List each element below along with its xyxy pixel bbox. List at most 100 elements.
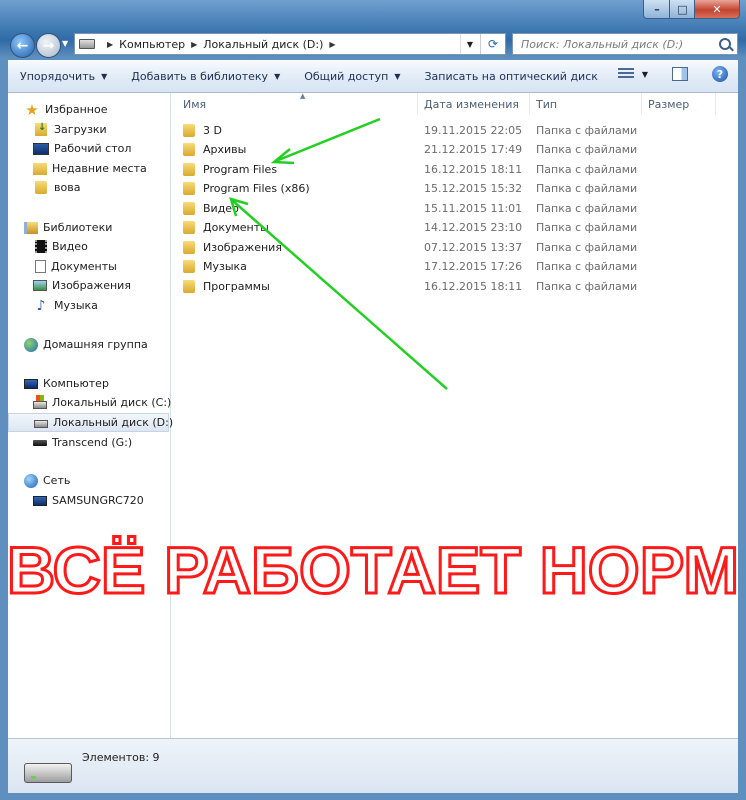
arrow-right-icon: → xyxy=(42,37,55,54)
libraries-icon xyxy=(24,221,38,234)
nav-network[interactable]: Сеть xyxy=(24,471,70,490)
nav-label: Локальный диск (D:) xyxy=(53,416,174,429)
search-placeholder: Поиск: Локальный диск (D:) xyxy=(521,37,684,51)
file-date: 15.11.2015 11:01 xyxy=(424,202,523,215)
nav-homegroup[interactable]: Домашняя группа xyxy=(24,335,148,354)
file-row[interactable]: Изображения 07.12.2015 13:37 Папка с файла… xyxy=(171,238,738,257)
file-name: Изображения xyxy=(203,241,282,254)
file-row[interactable]: Program Files 16.12.2015 18:11 Папка с фай… xyxy=(171,160,738,179)
column-header-size[interactable]: Размер xyxy=(642,93,716,115)
file-row[interactable]: Документы 14.12.2015 23:10 Папка с файлами xyxy=(171,218,738,237)
nav-images[interactable]: Изображения xyxy=(33,276,131,295)
maximize-button[interactable]: □ xyxy=(669,0,696,19)
nav-label: SAMSUNGRC720 xyxy=(52,494,144,507)
preview-pane-icon[interactable] xyxy=(672,67,688,81)
refresh-button[interactable]: ⟳ xyxy=(480,34,505,54)
network-computer-icon xyxy=(33,495,47,506)
minimize-button[interactable]: – xyxy=(643,0,671,19)
chevron-right-icon[interactable]: ▶ xyxy=(329,40,335,49)
close-button[interactable]: ✕ xyxy=(694,0,740,19)
recent-places-icon xyxy=(33,162,47,175)
nav-drive-c[interactable]: Локальный диск (C:) xyxy=(33,393,171,412)
nav-recent-places[interactable]: Недавние места xyxy=(33,159,147,178)
column-header-date[interactable]: Дата изменения xyxy=(418,93,530,115)
breadcrumb-drive-d[interactable]: Локальный диск (D:) xyxy=(203,38,323,51)
file-type: Папка с файлами xyxy=(536,221,638,234)
back-button[interactable]: ← xyxy=(10,33,35,58)
file-type: Папка с файлами xyxy=(536,124,638,137)
file-type: Папка с файлами xyxy=(536,163,638,176)
recent-pages-dropdown[interactable]: ▼ xyxy=(62,39,68,48)
chevron-right-icon[interactable]: ▶ xyxy=(191,40,197,49)
share-button[interactable]: Общий доступ ▼ xyxy=(292,64,412,88)
item-count: Элементов: 9 xyxy=(82,751,160,764)
address-history-dropdown[interactable]: ▼ xyxy=(460,34,479,54)
file-row[interactable]: 3 D 19.11.2015 22:05 Папка с файлами xyxy=(171,121,738,140)
nav-label: Локальный диск (C:) xyxy=(52,396,172,409)
chevron-right-icon[interactable]: ▶ xyxy=(107,40,113,49)
nav-video[interactable]: Видео xyxy=(33,237,88,256)
column-header-type[interactable]: Тип xyxy=(530,93,642,115)
column-header-name[interactable]: Имя ▲ xyxy=(177,92,418,115)
nav-libraries[interactable]: Библиотеки xyxy=(24,218,112,237)
file-name: Программы xyxy=(203,280,270,293)
folder-icon xyxy=(183,143,195,156)
nav-favorites[interactable]: ★ Избранное xyxy=(24,100,107,119)
file-row[interactable]: Видео 15.11.2015 11:01 Папка с файлами xyxy=(171,199,738,218)
organize-label: Упорядочить xyxy=(20,69,96,83)
file-name: 3 D xyxy=(203,124,222,137)
nav-downloads[interactable]: Загрузки xyxy=(33,120,107,139)
chevron-down-icon: ▼ xyxy=(274,71,281,81)
file-row[interactable]: Программы 16.12.2015 18:11 Папка с файлами xyxy=(171,277,738,296)
address-bar[interactable]: ▶ Компьютер ▶ Локальный диск (D:) ▶ ▼ ⟳ xyxy=(74,33,506,55)
burn-button[interactable]: Записать на оптический диск xyxy=(412,64,609,88)
downloads-folder-icon xyxy=(35,122,47,136)
folder-icon xyxy=(183,124,195,137)
add-to-library-button[interactable]: Добавить в библиотеку ▼ xyxy=(119,64,292,88)
search-icon[interactable] xyxy=(719,38,731,50)
nav-computer[interactable]: Компьютер xyxy=(24,374,109,393)
file-date: 19.11.2015 22:05 xyxy=(424,124,523,137)
drive-icon xyxy=(79,39,95,49)
nav-vova[interactable]: вова xyxy=(33,178,80,197)
nav-drive-g[interactable]: Transcend (G:) xyxy=(33,433,132,452)
nav-label: Избранное xyxy=(45,103,108,116)
file-type: Папка с файлами xyxy=(536,260,638,273)
folder-icon xyxy=(183,260,195,273)
nav-documents[interactable]: Документы xyxy=(33,257,117,276)
toolbar-right: ▼ ? xyxy=(617,66,728,82)
file-type: Папка с файлами xyxy=(536,202,638,215)
chevron-down-icon[interactable]: ▼ xyxy=(642,70,648,79)
search-input[interactable]: Поиск: Локальный диск (D:) xyxy=(512,33,738,55)
file-row[interactable]: Музыка 17.12.2015 17:26 Папка с файлами xyxy=(171,257,738,276)
file-type: Папка с файлами xyxy=(536,241,638,254)
file-name: Program Files xyxy=(203,163,278,176)
file-list[interactable]: Имя ▲ Дата изменения Тип Размер 3 D 19.11.… xyxy=(171,92,738,738)
file-name: Документы xyxy=(203,221,269,234)
arrow-left-icon: ← xyxy=(16,37,29,54)
help-icon[interactable]: ? xyxy=(712,66,728,82)
file-date: 07.12.2015 13:37 xyxy=(424,241,523,254)
forward-button[interactable]: → xyxy=(36,33,61,58)
nav-music[interactable]: ♪ Музыка xyxy=(33,296,98,315)
nav-label: Недавние места xyxy=(52,162,147,175)
file-name: Program Files (x86) xyxy=(203,182,310,195)
file-row[interactable]: Program Files (x86) 15.12.2015 15:32 Папка… xyxy=(171,179,738,198)
nav-drive-d[interactable]: Локальный диск (D:) xyxy=(8,413,173,432)
breadcrumb-computer[interactable]: Компьютер xyxy=(119,38,185,51)
file-name: Видео xyxy=(203,202,239,215)
nav-label: Загрузки xyxy=(54,123,107,136)
navigation-pane[interactable]: ★ Избранное Загрузки Рабочий стол Недавни… xyxy=(8,93,173,738)
view-options-icon[interactable] xyxy=(617,68,634,80)
nav-desktop[interactable]: Рабочий стол xyxy=(33,139,131,158)
nav-label: Музыка xyxy=(54,299,98,312)
nav-network-pc[interactable]: SAMSUNGRC720 xyxy=(33,491,144,510)
nav-label: Домашняя группа xyxy=(43,338,148,351)
file-date: 21.12.2015 17:49 xyxy=(424,143,523,156)
file-row[interactable]: Архивы 21.12.2015 17:49 Папка с файлами xyxy=(171,140,738,159)
organize-button[interactable]: Упорядочить ▼ xyxy=(8,64,119,88)
file-date: 17.12.2015 17:26 xyxy=(424,260,523,273)
folder-icon xyxy=(183,202,195,215)
sort-ascending-icon: ▲ xyxy=(300,92,306,100)
video-library-icon xyxy=(35,240,47,253)
